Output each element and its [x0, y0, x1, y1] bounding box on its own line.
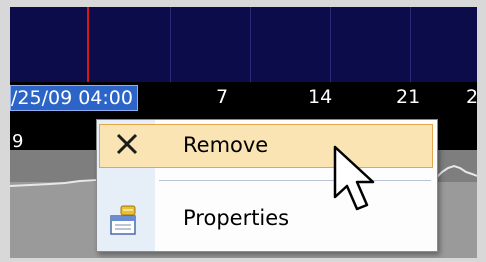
- axis-tick-label: 2: [466, 86, 477, 108]
- axis-tick-label: 7: [216, 86, 229, 108]
- properties-icon: [110, 205, 136, 235]
- grid-line: [170, 7, 171, 82]
- axis-row-label: 9: [12, 131, 24, 152]
- axis-tick-label: 14: [308, 86, 333, 108]
- arrow-cursor-icon: [333, 145, 375, 211]
- axis-tick-label: 21: [396, 86, 421, 108]
- context-menu: Remove Properties: [96, 119, 438, 252]
- menu-item-properties-label: Properties: [183, 206, 290, 230]
- grid-line: [330, 7, 331, 82]
- grid-line: [410, 7, 411, 82]
- menu-separator: [159, 180, 431, 181]
- close-icon: [116, 133, 138, 155]
- chart-plot-area[interactable]: [10, 7, 477, 82]
- time-marker-line[interactable]: [87, 7, 89, 82]
- grid-line: [250, 7, 251, 82]
- chart-window: /25/09 04:00 7 14 21 2 9 Remove Properti…: [10, 7, 477, 258]
- menu-item-remove-label: Remove: [183, 133, 269, 157]
- axis-date-label: /25/09 04:00: [10, 85, 138, 111]
